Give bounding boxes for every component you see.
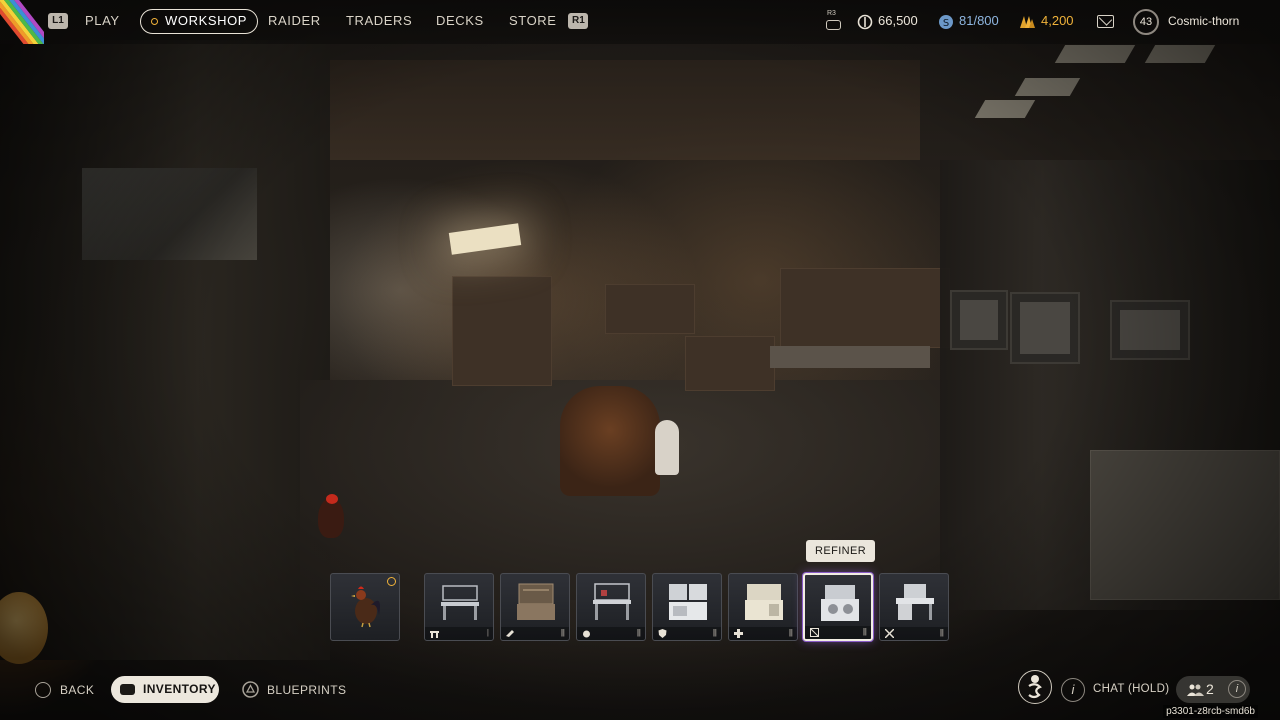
level-pips-icon: ||| <box>560 628 565 637</box>
workbench-icon <box>441 585 479 620</box>
back-button[interactable]: BACK <box>60 681 94 699</box>
station-slot-bench[interactable]: | <box>424 573 494 641</box>
level-pips-icon: ||| <box>788 628 793 637</box>
workbench-icon <box>896 584 934 620</box>
r3-icon <box>826 20 841 30</box>
station-slot-gunsmith[interactable]: ||| <box>500 573 570 641</box>
emote-icon <box>1028 675 1042 699</box>
rooster-slot[interactable] <box>330 573 400 641</box>
workbench-icon <box>745 584 783 620</box>
medical-icon <box>734 629 743 638</box>
circle-button-icon <box>35 682 51 698</box>
emote-wheel-button[interactable] <box>1018 670 1052 704</box>
r1-button-hint[interactable]: R1 <box>568 13 588 29</box>
station-slot-utility[interactable]: ||| <box>879 573 949 641</box>
bench-icon <box>430 631 439 638</box>
level-pips-icon: ||| <box>636 628 641 637</box>
blueprints-button[interactable]: BLUEPRINTS <box>267 681 346 699</box>
credits-value: 4,200 <box>1041 13 1074 28</box>
capacity-icon: S <box>939 14 953 29</box>
shield-icon <box>658 629 667 638</box>
coin-icon <box>857 14 873 29</box>
rainbow-stripes <box>0 0 44 44</box>
notification-dot-icon <box>151 18 158 25</box>
credits-icon <box>1020 15 1035 28</box>
currency-display[interactable]: 66,500 <box>857 13 918 30</box>
notification-dot-icon <box>387 577 396 586</box>
inventory-button[interactable]: INVENTORY <box>111 676 219 703</box>
nav-raider[interactable]: RAIDER <box>268 13 321 29</box>
session-id: p3301-z8rcb-smd6b <box>1163 705 1258 718</box>
r3-button-hint[interactable]: R3 <box>826 10 842 32</box>
crossed-tools-icon <box>885 629 894 638</box>
chat-hold-label: CHAT (HOLD) <box>1093 683 1170 695</box>
station-slot-refiner[interactable]: ||| <box>803 573 873 641</box>
gunsmith-icon <box>506 630 514 637</box>
player-username[interactable]: Cosmic-thorn <box>1168 14 1239 28</box>
top-bar: L1 PLAY WORKSHOP RAIDER TRADERS DECKS ST… <box>0 0 1280 44</box>
refiner-icon <box>821 585 859 621</box>
nav-decks[interactable]: DECKS <box>436 13 484 29</box>
touchpad-icon <box>120 684 135 695</box>
r3-label: R3 <box>827 10 836 17</box>
nav-traders[interactable]: TRADERS <box>346 13 412 29</box>
edit-party-icon[interactable]: i <box>1228 680 1246 698</box>
gear-bench-icon <box>583 630 590 638</box>
credits-display[interactable]: 4,200 <box>1018 13 1074 30</box>
rooster-icon <box>351 586 380 628</box>
currency-value: 66,500 <box>878 13 918 28</box>
level-pips-icon: | <box>486 628 489 637</box>
nav-store[interactable]: STORE <box>509 13 557 29</box>
triangle-button-icon <box>242 681 259 698</box>
station-slot-gear-bench[interactable]: ||| <box>576 573 646 641</box>
level-pips-icon: ||| <box>712 628 717 637</box>
nav-workshop-label: WORKSHOP <box>165 13 248 28</box>
mail-icon[interactable] <box>1097 15 1114 28</box>
l1-button-hint[interactable]: L1 <box>48 13 68 29</box>
station-slot-medical[interactable]: ||| <box>728 573 798 641</box>
level-pips-icon: ||| <box>939 628 944 637</box>
chat-icon[interactable]: i <box>1061 678 1085 702</box>
party-members-icon <box>1187 684 1204 696</box>
player-level-badge[interactable]: 43 <box>1133 9 1159 35</box>
refiner-icon <box>810 628 819 637</box>
workbench-icon <box>593 583 631 620</box>
nav-play[interactable]: PLAY <box>85 13 120 29</box>
capacity-display[interactable]: S 81/800 <box>938 13 999 30</box>
level-pips-icon: ||| <box>862 627 867 636</box>
workbench-icon <box>517 583 555 620</box>
svg-text:S: S <box>943 18 949 29</box>
capacity-value: 81/800 <box>959 13 999 28</box>
inventory-label: INVENTORY <box>143 682 216 696</box>
hover-tooltip: REFINER <box>806 540 876 562</box>
workbench-icon <box>669 584 707 620</box>
nav-workshop[interactable]: WORKSHOP <box>140 9 259 34</box>
station-slot-shield[interactable]: ||| <box>652 573 722 641</box>
party-count: 2 <box>1206 681 1214 697</box>
party-button[interactable]: 2 i <box>1176 676 1250 703</box>
